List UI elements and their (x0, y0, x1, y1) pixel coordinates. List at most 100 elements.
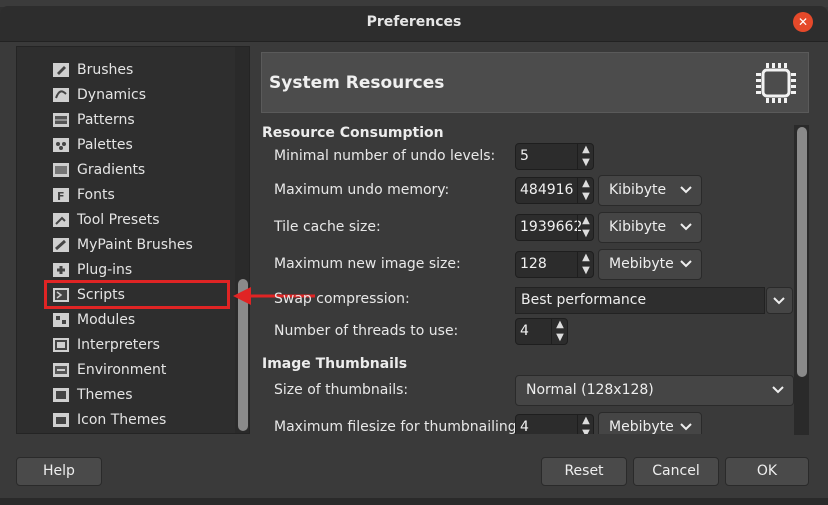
undo-memory-spinner[interactable]: 484916 ▲ ▼ (515, 177, 594, 204)
app-window: Preferences ✕ Brushes Dynamics Patterns Pal… (0, 0, 828, 505)
tool-presets-icon (51, 211, 71, 229)
modules-icon (51, 311, 71, 329)
thumbnail-filesize-spinner[interactable]: 4 ▲ ▼ (515, 414, 594, 434)
tree-item-label: Patterns (77, 112, 135, 128)
thumbnail-size-select[interactable]: Normal (128x128) (515, 375, 794, 406)
brush-icon (51, 61, 71, 79)
tree-item-label: Modules (77, 312, 136, 328)
content-scrollbar-thumb[interactable] (797, 127, 807, 377)
tree-item-label: Palettes (77, 137, 133, 153)
undo-levels-stepper: ▲ ▼ (577, 144, 593, 169)
tree-item-patterns[interactable]: Patterns (51, 109, 231, 131)
tree-item-icon-themes[interactable]: Icon Themes (51, 409, 231, 431)
thumbnail-filesize-unit-select[interactable]: Mebibyte (598, 412, 702, 434)
threads-label: Number of threads to use: (274, 323, 459, 339)
tree-item-label: Interpreters (77, 337, 160, 353)
threads-stepper: ▲ ▼ (551, 319, 567, 344)
swap-compression-dropdown-button[interactable] (766, 287, 793, 314)
close-button[interactable]: ✕ (793, 12, 813, 32)
threads-spinner[interactable]: 4 ▲ ▼ (515, 318, 568, 345)
thumbnail-filesize-decrement-icon[interactable]: ▼ (578, 428, 594, 434)
tree-item-environment[interactable]: Environment (51, 359, 231, 381)
tile-cache-spinner[interactable]: 1939662 ▲ ▼ (515, 214, 594, 241)
thumbnail-filesize-increment-icon[interactable]: ▲ (578, 415, 594, 427)
tree-item-label: Fonts (77, 187, 115, 203)
undo-memory-unit-select[interactable]: Kibibyte (598, 175, 702, 206)
tree-item-interpreters[interactable]: Interpreters (51, 334, 231, 356)
undo-levels-label: Minimal number of undo levels: (274, 148, 496, 164)
new-image-size-stepper: ▲ ▼ (577, 252, 593, 277)
dynamics-icon (51, 86, 71, 104)
thumbnail-filesize-value[interactable]: 4 (520, 419, 529, 434)
undo-levels-value[interactable]: 5 (520, 148, 529, 164)
reset-button[interactable]: Reset (541, 457, 627, 486)
chevron-down-icon (772, 386, 784, 394)
undo-memory-decrement-icon[interactable]: ▼ (578, 191, 594, 203)
tile-cache-decrement-icon[interactable]: ▼ (578, 228, 594, 240)
help-button[interactable]: Help (16, 457, 102, 486)
new-image-size-value[interactable]: 128 (520, 256, 547, 272)
tree-item-label: Gradients (77, 162, 146, 178)
dialog-title: Preferences (366, 14, 462, 30)
thumbnail-filesize-unit: Mebibyte (609, 419, 674, 434)
content-scrollbar[interactable] (794, 125, 809, 435)
threads-increment-icon[interactable]: ▲ (552, 319, 568, 331)
tree-item-plug-ins[interactable]: Plug-ins (51, 259, 231, 281)
fonts-icon: F (51, 186, 71, 204)
tree-item-palettes[interactable]: Palettes (51, 134, 231, 156)
undo-memory-increment-icon[interactable]: ▲ (578, 178, 594, 190)
tile-cache-value[interactable]: 1939662 (520, 219, 582, 235)
new-image-size-label: Maximum new image size: (274, 256, 461, 272)
chevron-down-icon (680, 260, 692, 268)
background-app-bottom (0, 497, 828, 505)
thumbnail-size-label: Size of thumbnails: (274, 382, 409, 398)
ok-button[interactable]: OK (725, 457, 809, 486)
new-image-size-unit-select[interactable]: Mebibyte (598, 249, 702, 280)
undo-levels-spinner[interactable]: 5 ▲ ▼ (515, 143, 594, 170)
chevron-down-icon (773, 297, 785, 305)
new-image-size-decrement-icon[interactable]: ▼ (578, 265, 594, 277)
tree-item-fonts[interactable]: F Fonts (51, 184, 231, 206)
tree-item-label: Dynamics (77, 87, 147, 103)
tree-item-gradients[interactable]: Gradients (51, 159, 231, 181)
tile-cache-increment-icon[interactable]: ▲ (578, 215, 594, 227)
new-image-size-unit: Mebibyte (609, 256, 674, 272)
threads-decrement-icon[interactable]: ▼ (552, 332, 568, 344)
icon-themes-icon (51, 411, 71, 429)
tree-item-dynamics[interactable]: Dynamics (51, 84, 231, 106)
settings-content: Resource Consumption Minimal number of u… (261, 122, 809, 434)
tree-item-label: Brushes (77, 62, 134, 78)
undo-levels-decrement-icon[interactable]: ▼ (578, 157, 594, 169)
tree-item-modules[interactable]: Modules (51, 309, 231, 331)
dialog-titlebar[interactable]: Preferences ✕ (0, 6, 828, 42)
new-image-size-increment-icon[interactable]: ▲ (578, 252, 594, 264)
tree-item-themes[interactable]: Themes (51, 384, 231, 406)
tree-scrollbar[interactable] (235, 47, 249, 433)
preferences-category-tree[interactable]: Brushes Dynamics Patterns Palettes Gradients… (16, 46, 250, 434)
tile-cache-stepper: ▲ ▼ (577, 215, 593, 240)
palettes-icon (51, 136, 71, 154)
mypaint-brushes-icon (51, 236, 71, 254)
tree-item-mypaint-brushes[interactable]: MyPaint Brushes (51, 234, 231, 256)
swap-compression-value[interactable]: Best performance (521, 292, 646, 308)
interpreters-icon (51, 336, 71, 354)
tile-cache-label: Tile cache size: (274, 219, 381, 235)
undo-memory-value[interactable]: 484916 (520, 182, 573, 198)
undo-memory-label: Maximum undo memory: (274, 182, 450, 198)
undo-memory-unit: Kibibyte (609, 182, 667, 198)
section-resource-consumption: Resource Consumption (262, 125, 444, 141)
tree-item-tool-presets[interactable]: Tool Presets (51, 209, 231, 231)
cancel-button[interactable]: Cancel (633, 457, 719, 486)
undo-levels-increment-icon[interactable]: ▲ (578, 144, 594, 156)
tree-item-label: Icon Themes (77, 412, 167, 428)
plugins-icon (51, 261, 71, 279)
tile-cache-unit-select[interactable]: Kibibyte (598, 212, 702, 243)
new-image-size-spinner[interactable]: 128 ▲ ▼ (515, 251, 594, 278)
chevron-down-icon (680, 423, 692, 431)
tree-item-brushes[interactable]: Brushes (51, 59, 231, 81)
swap-compression-select[interactable]: Best performance (515, 287, 765, 314)
threads-value[interactable]: 4 (520, 323, 529, 339)
page-header: System Resources (261, 52, 809, 113)
thumbnail-filesize-stepper: ▲ ▼ (577, 415, 593, 434)
section-image-thumbnails: Image Thumbnails (262, 356, 408, 372)
